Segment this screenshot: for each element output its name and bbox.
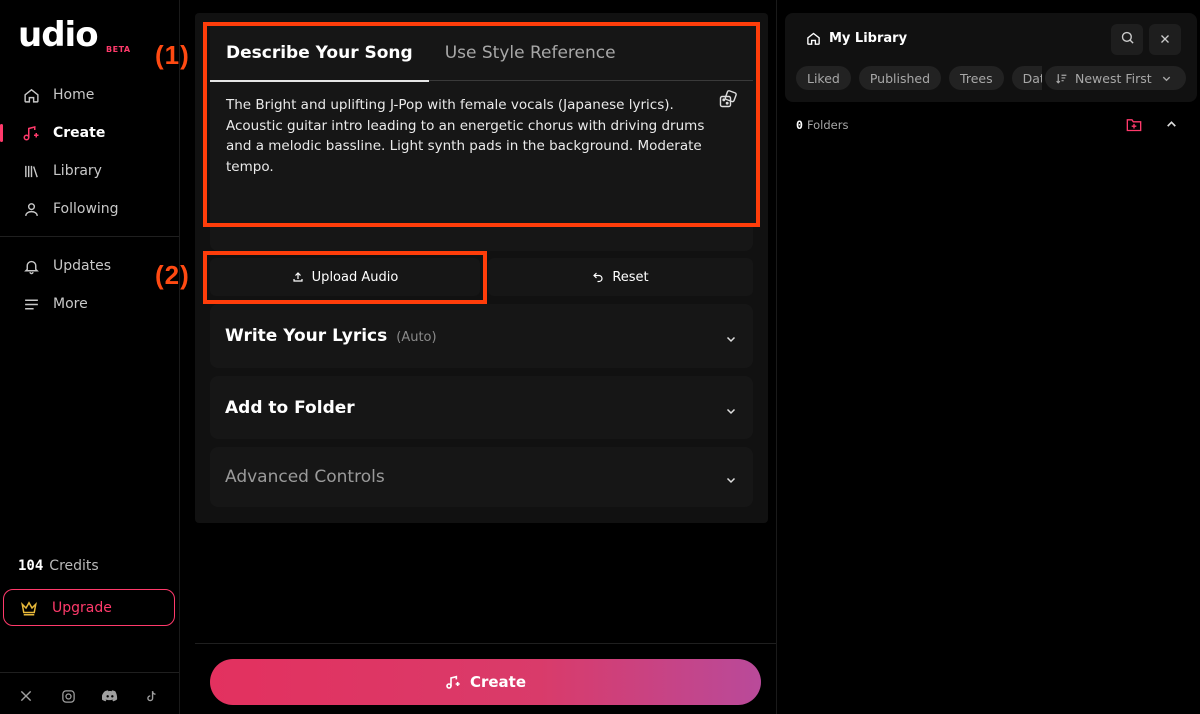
credits-label: Credits: [49, 558, 99, 574]
beta-badge: BETA: [106, 45, 131, 54]
chip-liked[interactable]: Liked: [796, 66, 851, 90]
lyrics-mode: (Auto): [396, 329, 437, 345]
panel-divider: [776, 0, 777, 714]
chevron-up-icon[interactable]: [1165, 118, 1178, 131]
sidebar-divider: [0, 672, 179, 673]
chip-published[interactable]: Published: [858, 66, 942, 90]
credits-count: 104: [18, 558, 44, 574]
library-title: My Library: [806, 31, 907, 46]
nav-divider: [0, 236, 179, 237]
logo-text: udio: [18, 15, 99, 55]
chevron-down-icon: [725, 330, 737, 343]
create-button[interactable]: Create: [210, 659, 761, 705]
tiktok-icon[interactable]: [144, 688, 160, 704]
music-plus-icon: [445, 674, 461, 690]
chevron-down-icon: [725, 402, 737, 414]
library-close-button[interactable]: [1149, 24, 1181, 55]
annotation-label-1: (1): [155, 40, 190, 70]
sidebar-item-label: More: [53, 296, 88, 312]
undo-icon: [592, 271, 604, 283]
folder-accordion[interactable]: Add to Folder: [210, 376, 753, 439]
annotation-box-2: [203, 251, 487, 304]
sidebar-item-label: Library: [53, 163, 102, 179]
chevron-down-icon: [1161, 73, 1172, 84]
sidebar-item-more[interactable]: More: [0, 285, 179, 323]
advanced-title: Advanced Controls: [225, 467, 385, 487]
sidebar-item-home[interactable]: Home: [0, 76, 179, 114]
add-folder-icon[interactable]: [1126, 117, 1142, 132]
describe-card-footer: [210, 227, 753, 251]
chip-date[interactable]: Date: [1011, 66, 1042, 90]
folders-summary: 0 Folders: [796, 118, 848, 132]
library-title-text: My Library: [829, 31, 908, 46]
folders-label: Folders: [806, 118, 849, 132]
main-divider: [195, 643, 777, 644]
close-icon: [1159, 30, 1171, 49]
library-search-button[interactable]: [1111, 24, 1143, 55]
search-icon: [1120, 30, 1135, 49]
library-filter-chips: Liked Published Trees Date: [796, 66, 1042, 91]
sort-icon: [1055, 72, 1068, 85]
folders-count: 0: [796, 118, 803, 132]
menu-icon: [22, 295, 40, 313]
sort-dropdown[interactable]: Newest First: [1045, 66, 1186, 90]
folder-title: Add to Folder: [225, 397, 355, 418]
sidebar-item-label: Home: [53, 87, 95, 103]
annotation-label-2: (2): [155, 260, 190, 290]
sidebar-item-label: Updates: [53, 258, 111, 274]
upgrade-button[interactable]: Upgrade: [3, 589, 175, 626]
x-icon[interactable]: [18, 688, 34, 704]
sidebar-item-create[interactable]: Create: [0, 114, 179, 152]
advanced-controls-accordion[interactable]: Advanced Controls: [210, 447, 753, 507]
lyrics-accordion[interactable]: Write Your Lyrics (Auto): [210, 304, 753, 368]
home-icon: [22, 86, 40, 104]
create-label: Create: [469, 673, 527, 691]
chevron-down-icon: [725, 471, 737, 484]
chip-trees[interactable]: Trees: [949, 66, 1004, 90]
instagram-icon[interactable]: [60, 688, 76, 704]
sidebar: udio BETA Home Create Library Following …: [0, 0, 180, 714]
sidebar-item-library[interactable]: Library: [0, 152, 179, 190]
sort-label: Newest First: [1075, 70, 1152, 86]
library-icon: [22, 162, 40, 180]
sidebar-item-updates[interactable]: Updates: [0, 247, 179, 285]
music-plus-icon: [22, 124, 40, 142]
bell-icon: [22, 257, 40, 275]
annotation-box-1: [203, 22, 760, 227]
sidebar-item-label: Following: [53, 201, 119, 217]
sidebar-item-following[interactable]: Following: [0, 190, 179, 228]
discord-icon[interactable]: [102, 688, 118, 704]
social-links: [18, 688, 160, 704]
upgrade-label: Upgrade: [52, 599, 112, 616]
udio-logo[interactable]: udio BETA: [18, 15, 130, 58]
user-icon: [22, 200, 40, 218]
home-icon: [806, 31, 821, 46]
lyrics-title: Write Your Lyrics: [225, 326, 388, 346]
reset-label: Reset: [612, 269, 649, 285]
sidebar-item-label: Create: [53, 125, 106, 141]
sidebar-nav: Home Create Library Following Updates Mo…: [0, 76, 179, 323]
crown-icon: [20, 600, 38, 616]
reset-button[interactable]: Reset: [488, 258, 753, 296]
credits-display: 104 Credits: [18, 558, 99, 574]
